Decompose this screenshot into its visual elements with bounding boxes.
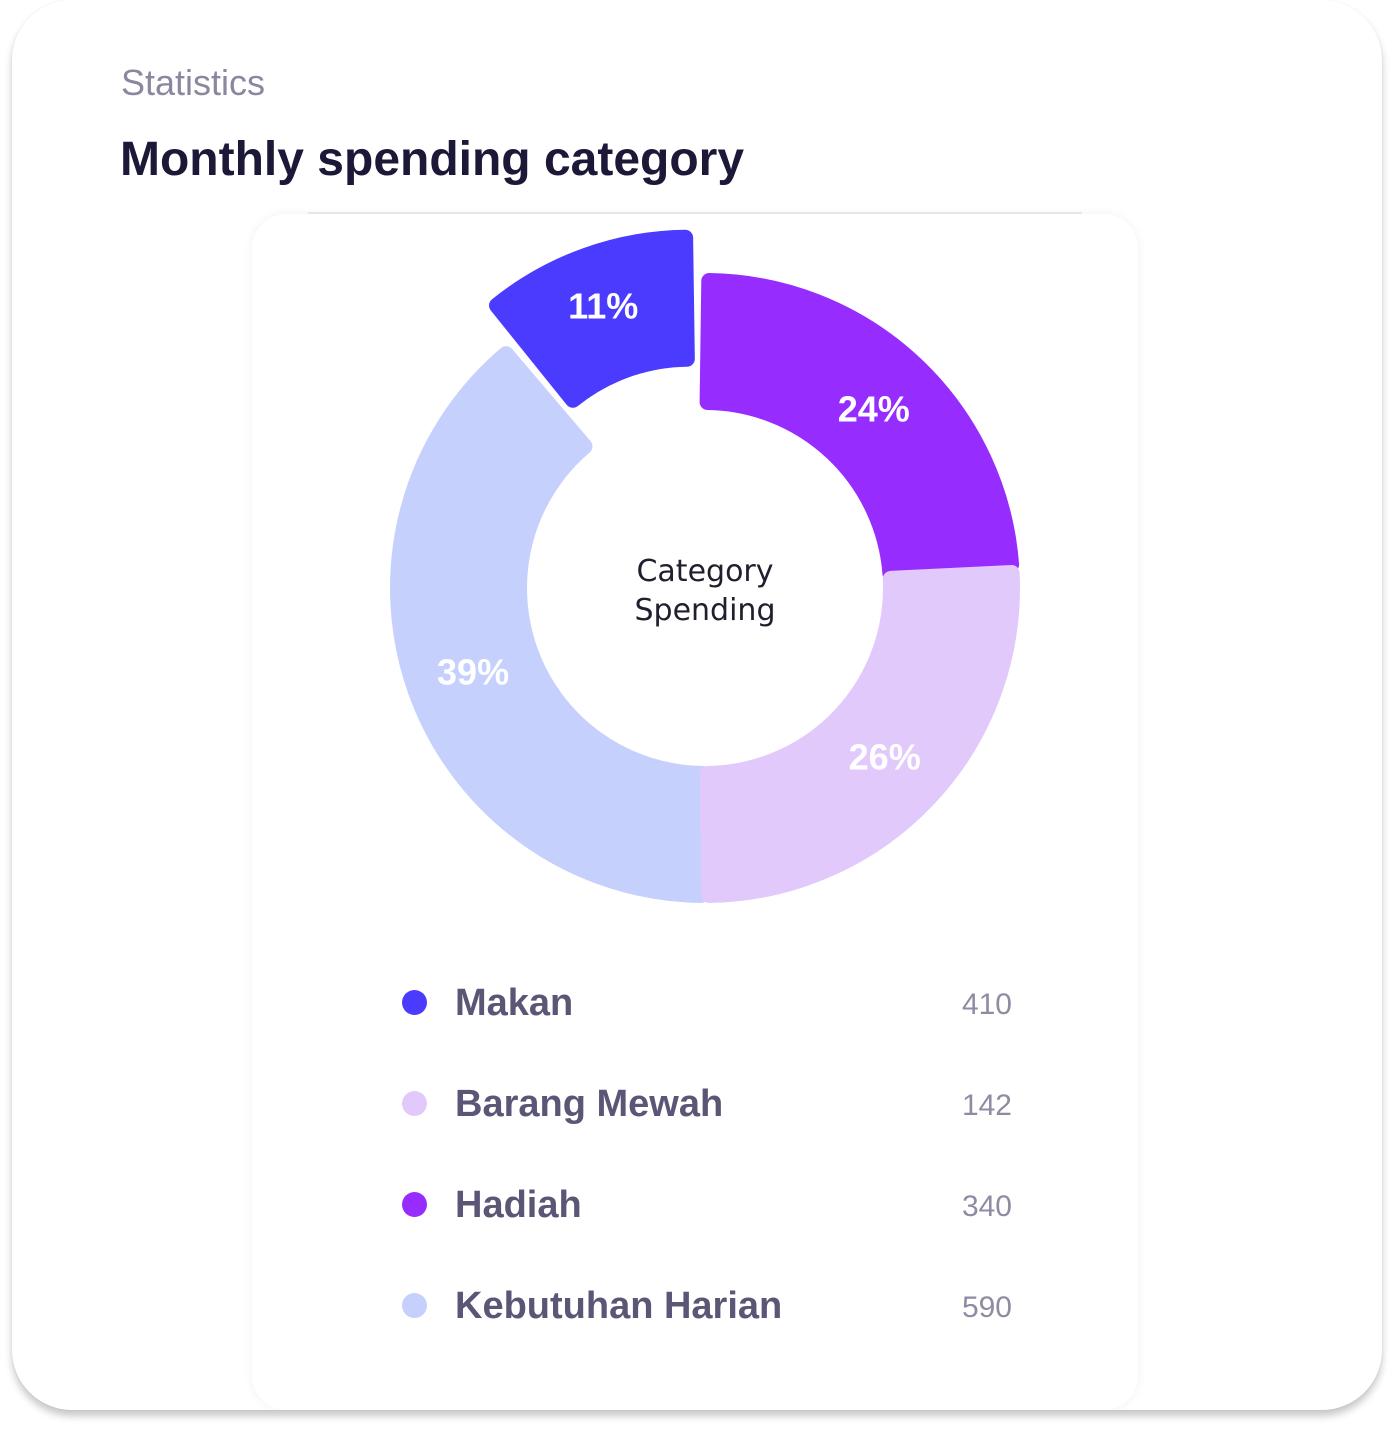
statistics-card: Statistics Monthly spending category 39%… <box>12 0 1382 1410</box>
slice-percent-label: 24% <box>838 388 910 429</box>
legend-value: 340 <box>961 1190 1012 1223</box>
legend-dot-icon <box>402 1293 427 1318</box>
legend-item[interactable]: Hadiah 340 <box>400 1172 1012 1273</box>
legend-item[interactable]: Kebutuhan Harian 590 <box>400 1273 1012 1374</box>
legend-value: 410 <box>961 988 1012 1021</box>
legend-value: 590 <box>961 1291 1012 1324</box>
legend-name: Barang Mewah <box>455 1083 724 1125</box>
slice-percent-label: 11% <box>568 285 638 326</box>
legend-dot-icon <box>402 1091 427 1116</box>
legend-dot-icon <box>402 990 427 1015</box>
legend-name: Hadiah <box>455 1184 582 1226</box>
legend-value: 142 <box>961 1089 1012 1122</box>
center-label-line2: Spending <box>635 593 776 628</box>
center-label-line1: Category <box>636 554 773 589</box>
slice-percent-label: 39% <box>437 651 509 692</box>
legend-dot-icon <box>402 1192 427 1217</box>
chart-legend: Makan 410 Barang Mewah 142 Hadiah 340 Ke… <box>400 970 1012 1374</box>
legend-item[interactable]: Makan 410 <box>400 970 1012 1071</box>
legend-item[interactable]: Barang Mewah 142 <box>400 1071 1012 1172</box>
legend-name: Kebutuhan Harian <box>455 1285 783 1327</box>
legend-name: Makan <box>455 982 574 1024</box>
slice-percent-label: 26% <box>849 737 921 778</box>
